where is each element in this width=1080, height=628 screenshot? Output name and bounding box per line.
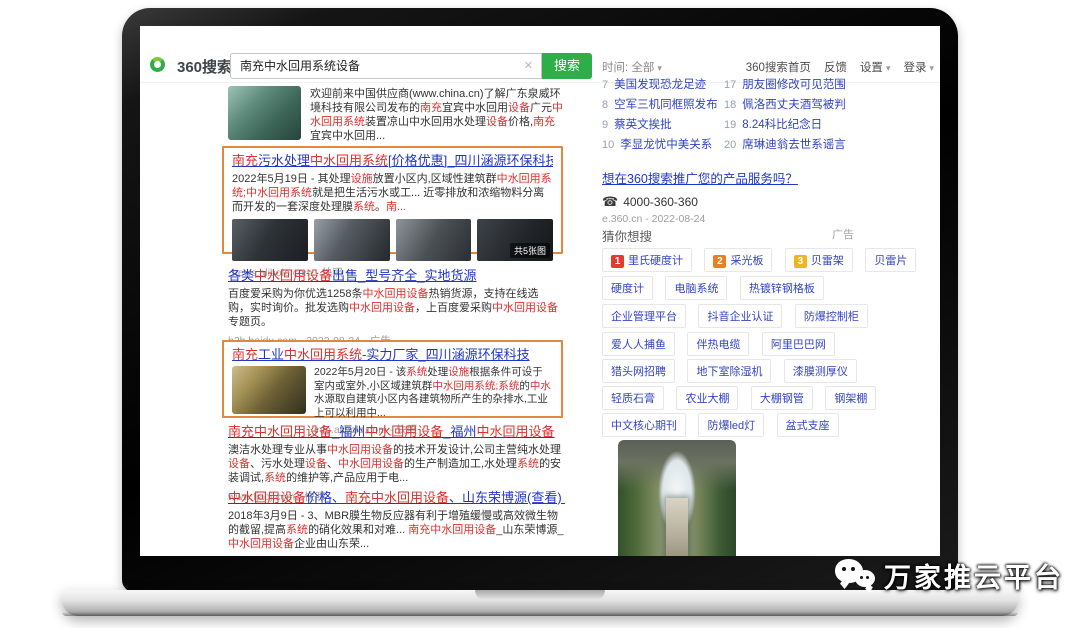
hot-search-item[interactable]: 8空军三机同框照发布 — [602, 96, 724, 116]
rank-badge: 1 — [611, 255, 624, 268]
hot-search-item[interactable]: 20席琳迪翁去世系谣言 — [724, 136, 846, 156]
suggest-tag[interactable]: 硬度计 — [602, 276, 653, 300]
page: 360搜索 南充中水回用系统设备 ✕ 搜索 时间: 全部▾ 360搜索首页 反馈… — [0, 0, 1080, 628]
suggest-tag[interactable]: 热镀锌钢格板 — [740, 276, 824, 300]
result-thumbnail[interactable] — [314, 219, 390, 261]
promo-phone: 4000-360-360 — [623, 195, 698, 209]
suggest-tag[interactable]: 钢架棚 — [825, 386, 876, 410]
suggest-tag[interactable]: 大棚钢管 — [751, 386, 813, 410]
suggest-tag[interactable]: 漆膜测厚仪 — [784, 359, 857, 383]
result-thumbnail[interactable] — [232, 366, 306, 414]
suggest-tag[interactable]: 中文核心期刊 — [602, 413, 686, 437]
suggest-tag[interactable]: 地下室除湿机 — [687, 359, 771, 383]
tag-row: 轻质石膏 农业大棚 大棚钢管 钢架棚 — [602, 386, 884, 410]
highlighted-result-box: 南充污水处理中水回用系统[价格优惠]_四川涵源环保科技 2022年5月19日 -… — [222, 146, 563, 254]
result-thumbnail[interactable] — [232, 219, 308, 261]
search-result: 中水回用设备价格、南充中水回用设备、山东荣博源(查看) - 无忧... 2018… — [228, 490, 565, 556]
suggest-tag[interactable]: 盆式支座 — [777, 413, 839, 437]
result-thumbnail[interactable] — [228, 86, 301, 140]
suggest-tag[interactable]: 电脑系统 — [665, 276, 727, 300]
tag-row: 猎头网招聘 地下室除湿机 漆膜测厚仪 — [602, 359, 865, 383]
tag-row: 爱人人捕鱼 伴热电缆 阿里巴巴网 — [602, 332, 843, 356]
result-description: 欢迎前来中国供应商(www.china.cn)了解广东泉威环境科技有限公司发布的… — [310, 87, 565, 143]
related-searches: 猜你想搜广告 1里氏硬度计 2采光板 3贝雷架 贝雷片 硬度计 电脑系统 热镀锌… — [602, 226, 854, 245]
suggest-tag[interactable]: 猎头网招聘 — [602, 359, 675, 383]
related-searches-title: 猜你想搜广告 — [602, 226, 854, 245]
watermark-label: 万家推云平台 — [884, 556, 1064, 595]
browser-screen: 360搜索 南充中水回用系统设备 ✕ 搜索 时间: 全部▾ 360搜索首页 反馈… — [140, 26, 940, 556]
result-description: 澳洁水处理专业从事中水回用设备的技术开发设计,公司主营纯水处理设备、污水处理设备… — [228, 443, 562, 485]
time-filter-dropdown[interactable]: 时间: 全部▾ — [602, 59, 662, 75]
suggest-tag[interactable]: 贝雷片 — [865, 248, 916, 272]
suggest-tag[interactable]: 防爆控制柜 — [795, 304, 868, 328]
suggest-tag[interactable]: 轻质石膏 — [602, 386, 664, 410]
hot-search-item[interactable]: 10李显龙忧中美关系 — [602, 136, 724, 156]
result-description: 2022年5月20日 - 该系统处理设施根据条件可设于室内或室外,小区域建筑群中… — [314, 366, 553, 420]
login-menu[interactable]: 登录▾ — [903, 59, 934, 75]
result-description: 百度爱采购为你优选1258条中水回用设备热销货源，支持在线选购，实时询价。批发选… — [228, 287, 560, 329]
chevron-down-icon: ▾ — [657, 63, 662, 73]
result-title-link[interactable]: 中水回用设备价格、南充中水回用设备、山东荣博源(查看) - 无忧... — [228, 490, 565, 506]
scenic-mountain-image[interactable] — [618, 440, 736, 556]
suggest-tag[interactable]: 农业大棚 — [676, 386, 738, 410]
home-link[interactable]: 360搜索首页 — [746, 59, 811, 75]
result-description: 2018年3月9日 - 3、MBR膜生物反应器有利于增殖缓慢或高效微生物的截留,… — [228, 509, 565, 551]
highlighted-result-box: 南充工业中水回用系统-实力厂家_四川涵源环保科技 2022年5月20日 - 该系… — [222, 340, 563, 418]
suggest-tag[interactable]: 抖音企业认证 — [698, 304, 782, 328]
wechat-icon — [834, 554, 878, 596]
promo-link[interactable]: 想在360搜索推广您的产品服务吗？ — [602, 168, 798, 187]
result-description: 2022年5月19日 - 其处理设施放置小区内,区域性建筑群中水回用系统;中水回… — [232, 172, 553, 214]
logo-text: 360搜索 — [177, 56, 232, 77]
rank-badge: 3 — [794, 255, 807, 268]
search-input[interactable]: 南充中水回用系统设备 ✕ — [230, 53, 542, 79]
result-thumbnail[interactable] — [396, 219, 472, 261]
tag-row: 1里氏硬度计 2采光板 3贝雷架 贝雷片 — [602, 248, 924, 272]
result-title-link[interactable]: 南充中水回用设备_福州中水回用设备_福州中水回用设备 — [228, 424, 562, 440]
suggest-tag[interactable]: 伴热电缆 — [687, 332, 749, 356]
header-links: 360搜索首页 反馈 设置▾ 登录▾ — [746, 59, 934, 75]
hot-search-item[interactable]: 9蔡英文挨批 — [602, 116, 724, 136]
image-count-badge: 共5张图 — [510, 243, 550, 258]
chevron-down-icon: ▾ — [929, 63, 934, 73]
result-title-link[interactable]: 南充污水处理中水回用系统[价格优惠]_四川涵源环保科技 — [232, 153, 553, 169]
ad-label: 广告 — [832, 226, 854, 242]
suggest-tag[interactable]: 阿里巴巴网 — [762, 332, 835, 356]
chevron-down-icon: ▾ — [886, 63, 891, 73]
suggest-tag[interactable]: 3贝雷架 — [785, 248, 853, 272]
hot-search-list: 7美国发现恐龙足迹 17朋友圈修改可见范围 8空军三机同框照发布 18佩洛西丈夫… — [602, 76, 882, 156]
search-result: 各类中水回用设备出售_型号齐全_实地货源 百度爱采购为你优选1258条中水回用设… — [228, 268, 560, 348]
promo-block: 想在360搜索推广您的产品服务吗？ ☎ 4000-360-360 e.360.cn… — [602, 168, 798, 225]
hot-search-item[interactable]: 18佩洛西丈夫酒驾被判 — [724, 96, 846, 116]
result-title-link[interactable]: 南充工业中水回用系统-实力厂家_四川涵源环保科技 — [232, 347, 553, 363]
search-button[interactable]: 搜索 — [542, 53, 592, 79]
360-logo-icon — [150, 57, 165, 72]
clear-icon[interactable]: ✕ — [524, 54, 533, 78]
suggest-tag[interactable]: 企业管理平台 — [602, 304, 686, 328]
phone-icon: ☎ — [602, 194, 618, 209]
tag-row: 企业管理平台 抖音企业认证 防爆控制柜 — [602, 304, 876, 328]
feedback-link[interactable]: 反馈 — [824, 59, 847, 75]
hot-search-item[interactable]: 198.24科比纪念日 — [724, 116, 846, 136]
suggest-tag[interactable]: 1里氏硬度计 — [602, 248, 692, 272]
result-image-strip: 共5张图 — [232, 219, 553, 261]
watermark: 万家推云平台 — [834, 554, 1064, 596]
promo-source: e.360.cn - 2022-08-24 — [602, 213, 798, 225]
suggest-tag[interactable]: 防爆led灯 — [698, 413, 764, 437]
tag-row: 中文核心期刊 防爆led灯 盆式支座 — [602, 413, 847, 437]
hot-search-item[interactable]: 17朋友圈修改可见范围 — [724, 76, 846, 96]
suggest-tag[interactable]: 2采光板 — [704, 248, 772, 272]
result-thumbnail[interactable]: 共5张图 — [477, 219, 553, 261]
search-query-text: 南充中水回用系统设备 — [240, 54, 360, 78]
settings-menu[interactable]: 设置▾ — [860, 59, 891, 75]
suggest-tag[interactable]: 爱人人捕鱼 — [602, 332, 675, 356]
hot-search-item[interactable]: 7美国发现恐龙足迹 — [602, 76, 724, 96]
result-title-link[interactable]: 各类中水回用设备出售_型号齐全_实地货源 — [228, 268, 560, 284]
rank-badge: 2 — [713, 255, 726, 268]
tag-row: 硬度计 电脑系统 热镀锌钢格板 — [602, 276, 832, 300]
